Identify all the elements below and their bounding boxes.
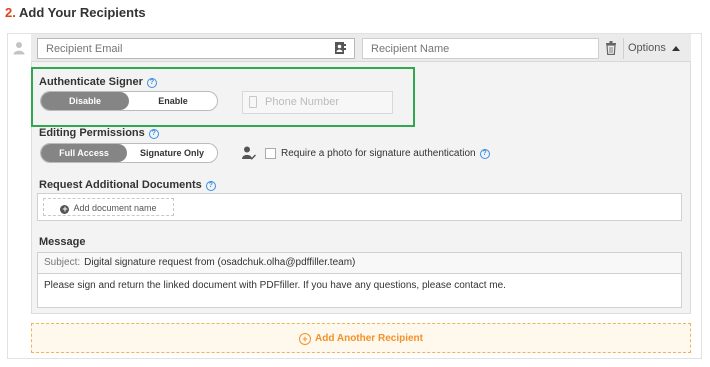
subject-value: Digital signature request from (osadchuk…	[84, 257, 356, 268]
recipient-email-input[interactable]	[37, 38, 355, 59]
add-another-recipient-button[interactable]: + Add Another Recipient	[31, 323, 691, 353]
message-body-textarea[interactable]: Please sign and return the linked docume…	[37, 274, 682, 308]
plus-circle-icon: +	[60, 204, 70, 214]
authenticate-toggle[interactable]: Disable Enable	[40, 91, 218, 111]
info-icon[interactable]: ?	[205, 181, 216, 191]
photo-required-label: Require a photo for signature authentica…	[281, 148, 490, 159]
info-icon[interactable]: ?	[146, 78, 157, 88]
info-icon[interactable]: ?	[148, 129, 159, 139]
add-recipient-label: Add Another Recipient	[315, 333, 423, 344]
section-title: 2. Add Your Recipients	[5, 5, 146, 20]
photo-required-checkbox[interactable]	[265, 148, 276, 159]
editing-permissions-text: Editing Permissions	[39, 127, 145, 139]
editing-permissions-label: Editing Permissions?	[39, 127, 159, 139]
full-access-option[interactable]: Full Access	[41, 144, 127, 162]
request-documents-label: Request Additional Documents?	[39, 179, 216, 191]
enable-option[interactable]: Enable	[129, 92, 217, 110]
add-document-label: Add document name	[73, 203, 157, 213]
permissions-toggle[interactable]: Full Access Signature Only	[40, 143, 218, 163]
phone-number-input[interactable]: Phone Number	[242, 91, 393, 114]
disable-option[interactable]: Disable	[41, 92, 129, 110]
add-document-button[interactable]: + Add document name	[43, 198, 174, 216]
header-divider	[623, 38, 624, 59]
photo-required-text: Require a photo for signature authentica…	[281, 148, 476, 159]
trash-icon[interactable]	[606, 41, 616, 55]
phone-icon	[249, 96, 257, 108]
section-title-text: Add Your Recipients	[18, 5, 146, 20]
options-toggle[interactable]: Options	[628, 38, 688, 59]
address-book-icon[interactable]	[334, 41, 346, 55]
person-edit-icon	[242, 146, 256, 160]
authenticate-signer-label: Authenticate Signer?	[39, 76, 157, 88]
options-label: Options	[628, 42, 666, 54]
chevron-up-icon	[671, 45, 680, 51]
message-label: Message	[39, 236, 86, 248]
subject-field[interactable]: Subject: Digital signature request from (…	[37, 252, 682, 274]
subject-label: Subject:	[44, 257, 81, 268]
section-number: 2.	[5, 5, 16, 20]
person-icon	[13, 42, 25, 55]
recipient-name-input[interactable]	[362, 38, 599, 59]
authenticate-signer-text: Authenticate Signer	[39, 76, 143, 88]
signature-only-option[interactable]: Signature Only	[127, 144, 217, 162]
request-documents-text: Request Additional Documents	[39, 179, 202, 191]
info-icon[interactable]: ?	[479, 149, 490, 159]
plus-circle-icon: +	[299, 333, 312, 345]
